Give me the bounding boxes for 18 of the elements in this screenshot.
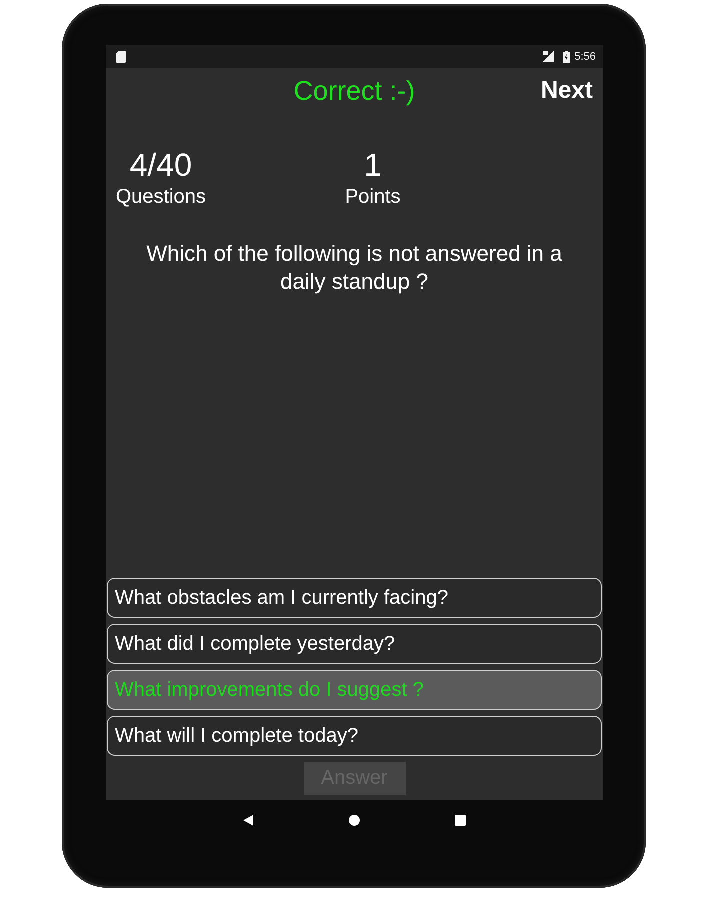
signal-icon [542, 51, 554, 62]
answer-option[interactable]: What obstacles am I currently facing? [107, 578, 602, 618]
stat-label: Questions [116, 186, 206, 208]
recents-icon[interactable] [455, 814, 466, 826]
answer-option[interactable]: What will I complete today? [107, 716, 602, 756]
sd-card-icon [116, 50, 126, 62]
result-title: Correct :-) [294, 76, 416, 106]
answer-option[interactable]: What improvements do I suggest ? [107, 670, 602, 710]
stat-label: Points [345, 186, 401, 208]
answer-option[interactable]: What did I complete yesterday? [107, 624, 602, 664]
stat-value: 1 [364, 148, 382, 182]
back-icon[interactable] [243, 814, 254, 826]
question-text: Which of the following is not answered in a daily standup ? [146, 240, 564, 296]
next-button[interactable]: Next [540, 77, 593, 105]
stat-value: 4/40 [130, 148, 192, 182]
home-icon[interactable] [349, 814, 360, 826]
status-time: 5:56 [574, 50, 596, 62]
battery-icon [562, 50, 570, 62]
